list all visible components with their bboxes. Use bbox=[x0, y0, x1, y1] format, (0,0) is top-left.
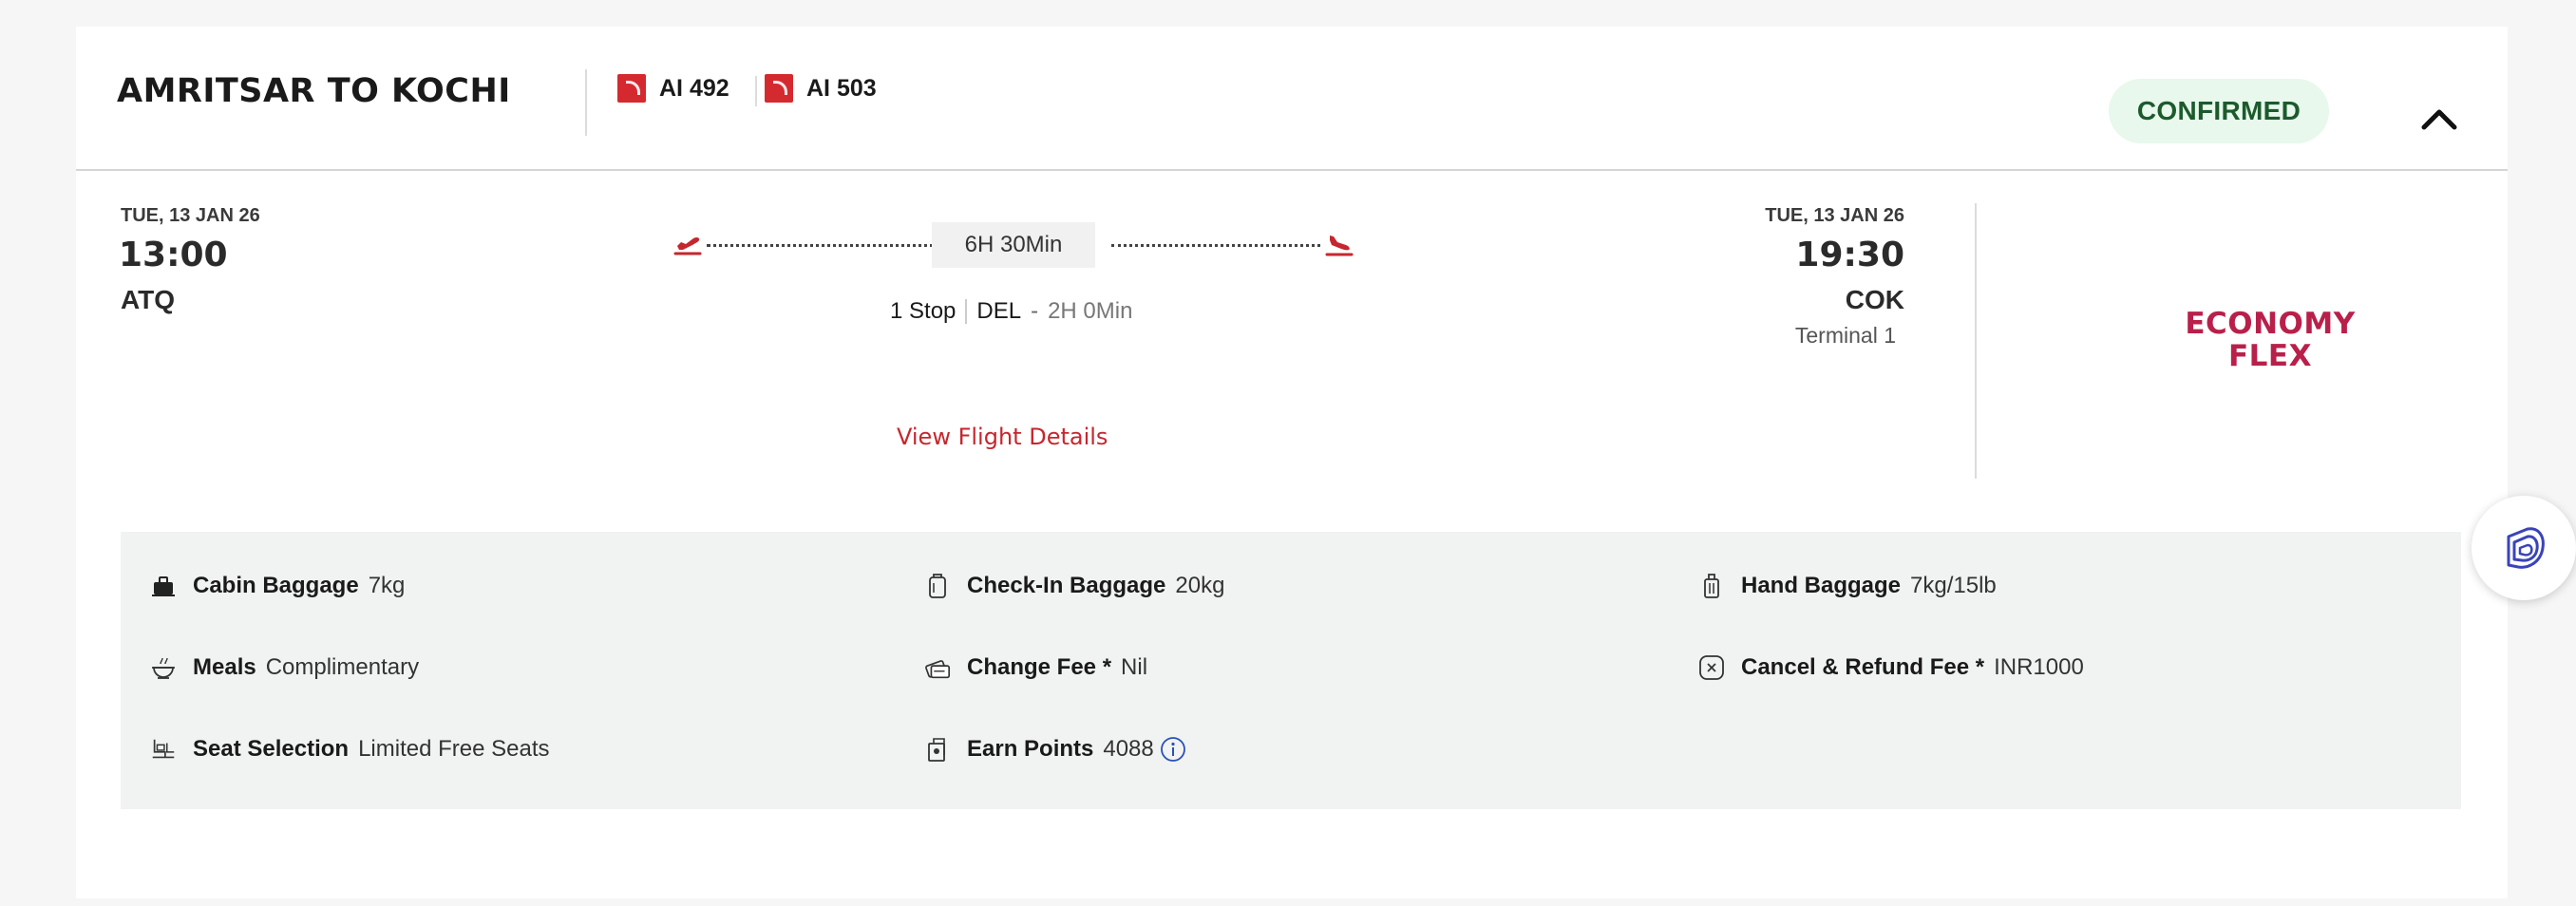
benefit-cabin-baggage: Cabin Baggage 7kg bbox=[149, 572, 405, 600]
fare-type-line1: ECONOMY bbox=[2185, 307, 2356, 341]
route-line-right bbox=[1111, 244, 1320, 247]
stop-airport-code: DEL bbox=[976, 298, 1022, 324]
air-india-logo-icon bbox=[765, 74, 793, 103]
arrival-time: 19:30 bbox=[1795, 236, 1904, 274]
departure-time: 13:00 bbox=[119, 236, 228, 274]
benefit-value: Complimentary bbox=[265, 654, 420, 680]
cabin-baggage-icon bbox=[149, 572, 178, 600]
chevron-up-icon bbox=[2421, 109, 2457, 130]
departure-date: TUE, 13 JAN 26 bbox=[121, 205, 260, 226]
flight-number: AI 492 bbox=[659, 74, 729, 102]
flight-chip-divider bbox=[755, 76, 757, 106]
benefit-label: Earn Points bbox=[967, 736, 1094, 762]
benefit-earn-points: Earn Points 4088 bbox=[923, 735, 1186, 764]
fare-type: ECONOMY FLEX bbox=[2128, 308, 2413, 372]
benefit-label: Seat Selection bbox=[193, 736, 350, 762]
stops-divider bbox=[965, 299, 968, 324]
hand-baggage-icon bbox=[1697, 572, 1726, 600]
arrival-airport-code: COK bbox=[1845, 285, 1904, 314]
benefit-label: Meals bbox=[193, 654, 256, 680]
header-divider bbox=[585, 69, 587, 136]
benefit-value: 7kg bbox=[368, 573, 406, 598]
status-badge: CONFIRMED bbox=[2109, 79, 2329, 143]
stops-info: 1 Stop DEL - 2H 0Min bbox=[890, 298, 1132, 325]
air-india-logo-icon bbox=[617, 74, 646, 103]
benefit-check-in-baggage: Check-In Baggage 20kg bbox=[923, 572, 1224, 600]
benefit-cancel-refund: Cancel & Refund Fee * INR1000 bbox=[1697, 653, 2084, 682]
benefit-seat-selection: Seat Selection Limited Free Seats bbox=[149, 735, 549, 764]
header-separator bbox=[76, 169, 2508, 171]
benefit-change-fee: Change Fee * Nil bbox=[923, 653, 1147, 682]
change-fee-icon bbox=[923, 653, 952, 682]
flight-number: AI 503 bbox=[806, 74, 877, 102]
benefit-label: Check-In Baggage bbox=[967, 573, 1166, 598]
layover-duration: 2H 0Min bbox=[1048, 298, 1133, 324]
collapse-button[interactable] bbox=[2418, 101, 2460, 135]
fare-divider bbox=[1975, 203, 1977, 479]
check-in-baggage-icon bbox=[923, 572, 952, 600]
stop-dash: - bbox=[1031, 298, 1039, 324]
info-icon[interactable] bbox=[1160, 736, 1186, 763]
benefit-value: 7kg/15lb bbox=[1910, 573, 1997, 598]
benefit-label: Hand Baggage bbox=[1741, 573, 1902, 598]
fare-type-line2: FLEX bbox=[2227, 339, 2312, 373]
benefit-meals: Meals Complimentary bbox=[149, 653, 419, 682]
flight-chip-2: AI 503 bbox=[765, 74, 877, 103]
takeoff-icon bbox=[672, 230, 703, 265]
benefit-value: 20kg bbox=[1175, 573, 1225, 598]
benefit-value: 4088 bbox=[1103, 736, 1154, 762]
benefit-label: Cancel & Refund Fee * bbox=[1741, 654, 1985, 680]
benefit-hand-baggage: Hand Baggage 7kg/15lb bbox=[1697, 572, 1997, 600]
cancel-refund-icon bbox=[1697, 653, 1726, 682]
view-flight-details-link[interactable]: View Flight Details bbox=[897, 424, 1108, 450]
seat-selection-icon bbox=[149, 735, 178, 764]
benefit-label: Change Fee * bbox=[967, 654, 1112, 680]
landing-icon bbox=[1324, 230, 1354, 265]
arrival-terminal: Terminal 1 bbox=[1794, 323, 1896, 348]
meals-icon bbox=[149, 653, 178, 682]
departure-airport-code: ATQ bbox=[121, 285, 176, 314]
fare-benefits-panel: Cabin Baggage 7kg Check-In Baggage 20kg … bbox=[121, 532, 2461, 809]
benefit-label: Cabin Baggage bbox=[193, 573, 359, 598]
flight-itinerary-card: AMRITSAR TO KOCHI AI 492 AI 503 CONFIRME… bbox=[76, 27, 2508, 898]
stop-count: 1 Stop bbox=[890, 298, 957, 324]
arrival-date: TUE, 13 JAN 26 bbox=[1765, 205, 1904, 226]
route-title: AMRITSAR TO KOCHI bbox=[117, 72, 511, 110]
flight-duration: 6H 30Min bbox=[932, 222, 1095, 268]
flight-chip-1: AI 492 bbox=[617, 74, 729, 103]
benefit-value: INR1000 bbox=[1994, 654, 2084, 680]
earn-points-icon bbox=[923, 735, 952, 764]
benefit-value: Limited Free Seats bbox=[358, 736, 550, 762]
assistant-logo-icon bbox=[2507, 527, 2545, 569]
floating-assistant-button[interactable] bbox=[2472, 496, 2576, 600]
benefit-value: Nil bbox=[1121, 654, 1148, 680]
